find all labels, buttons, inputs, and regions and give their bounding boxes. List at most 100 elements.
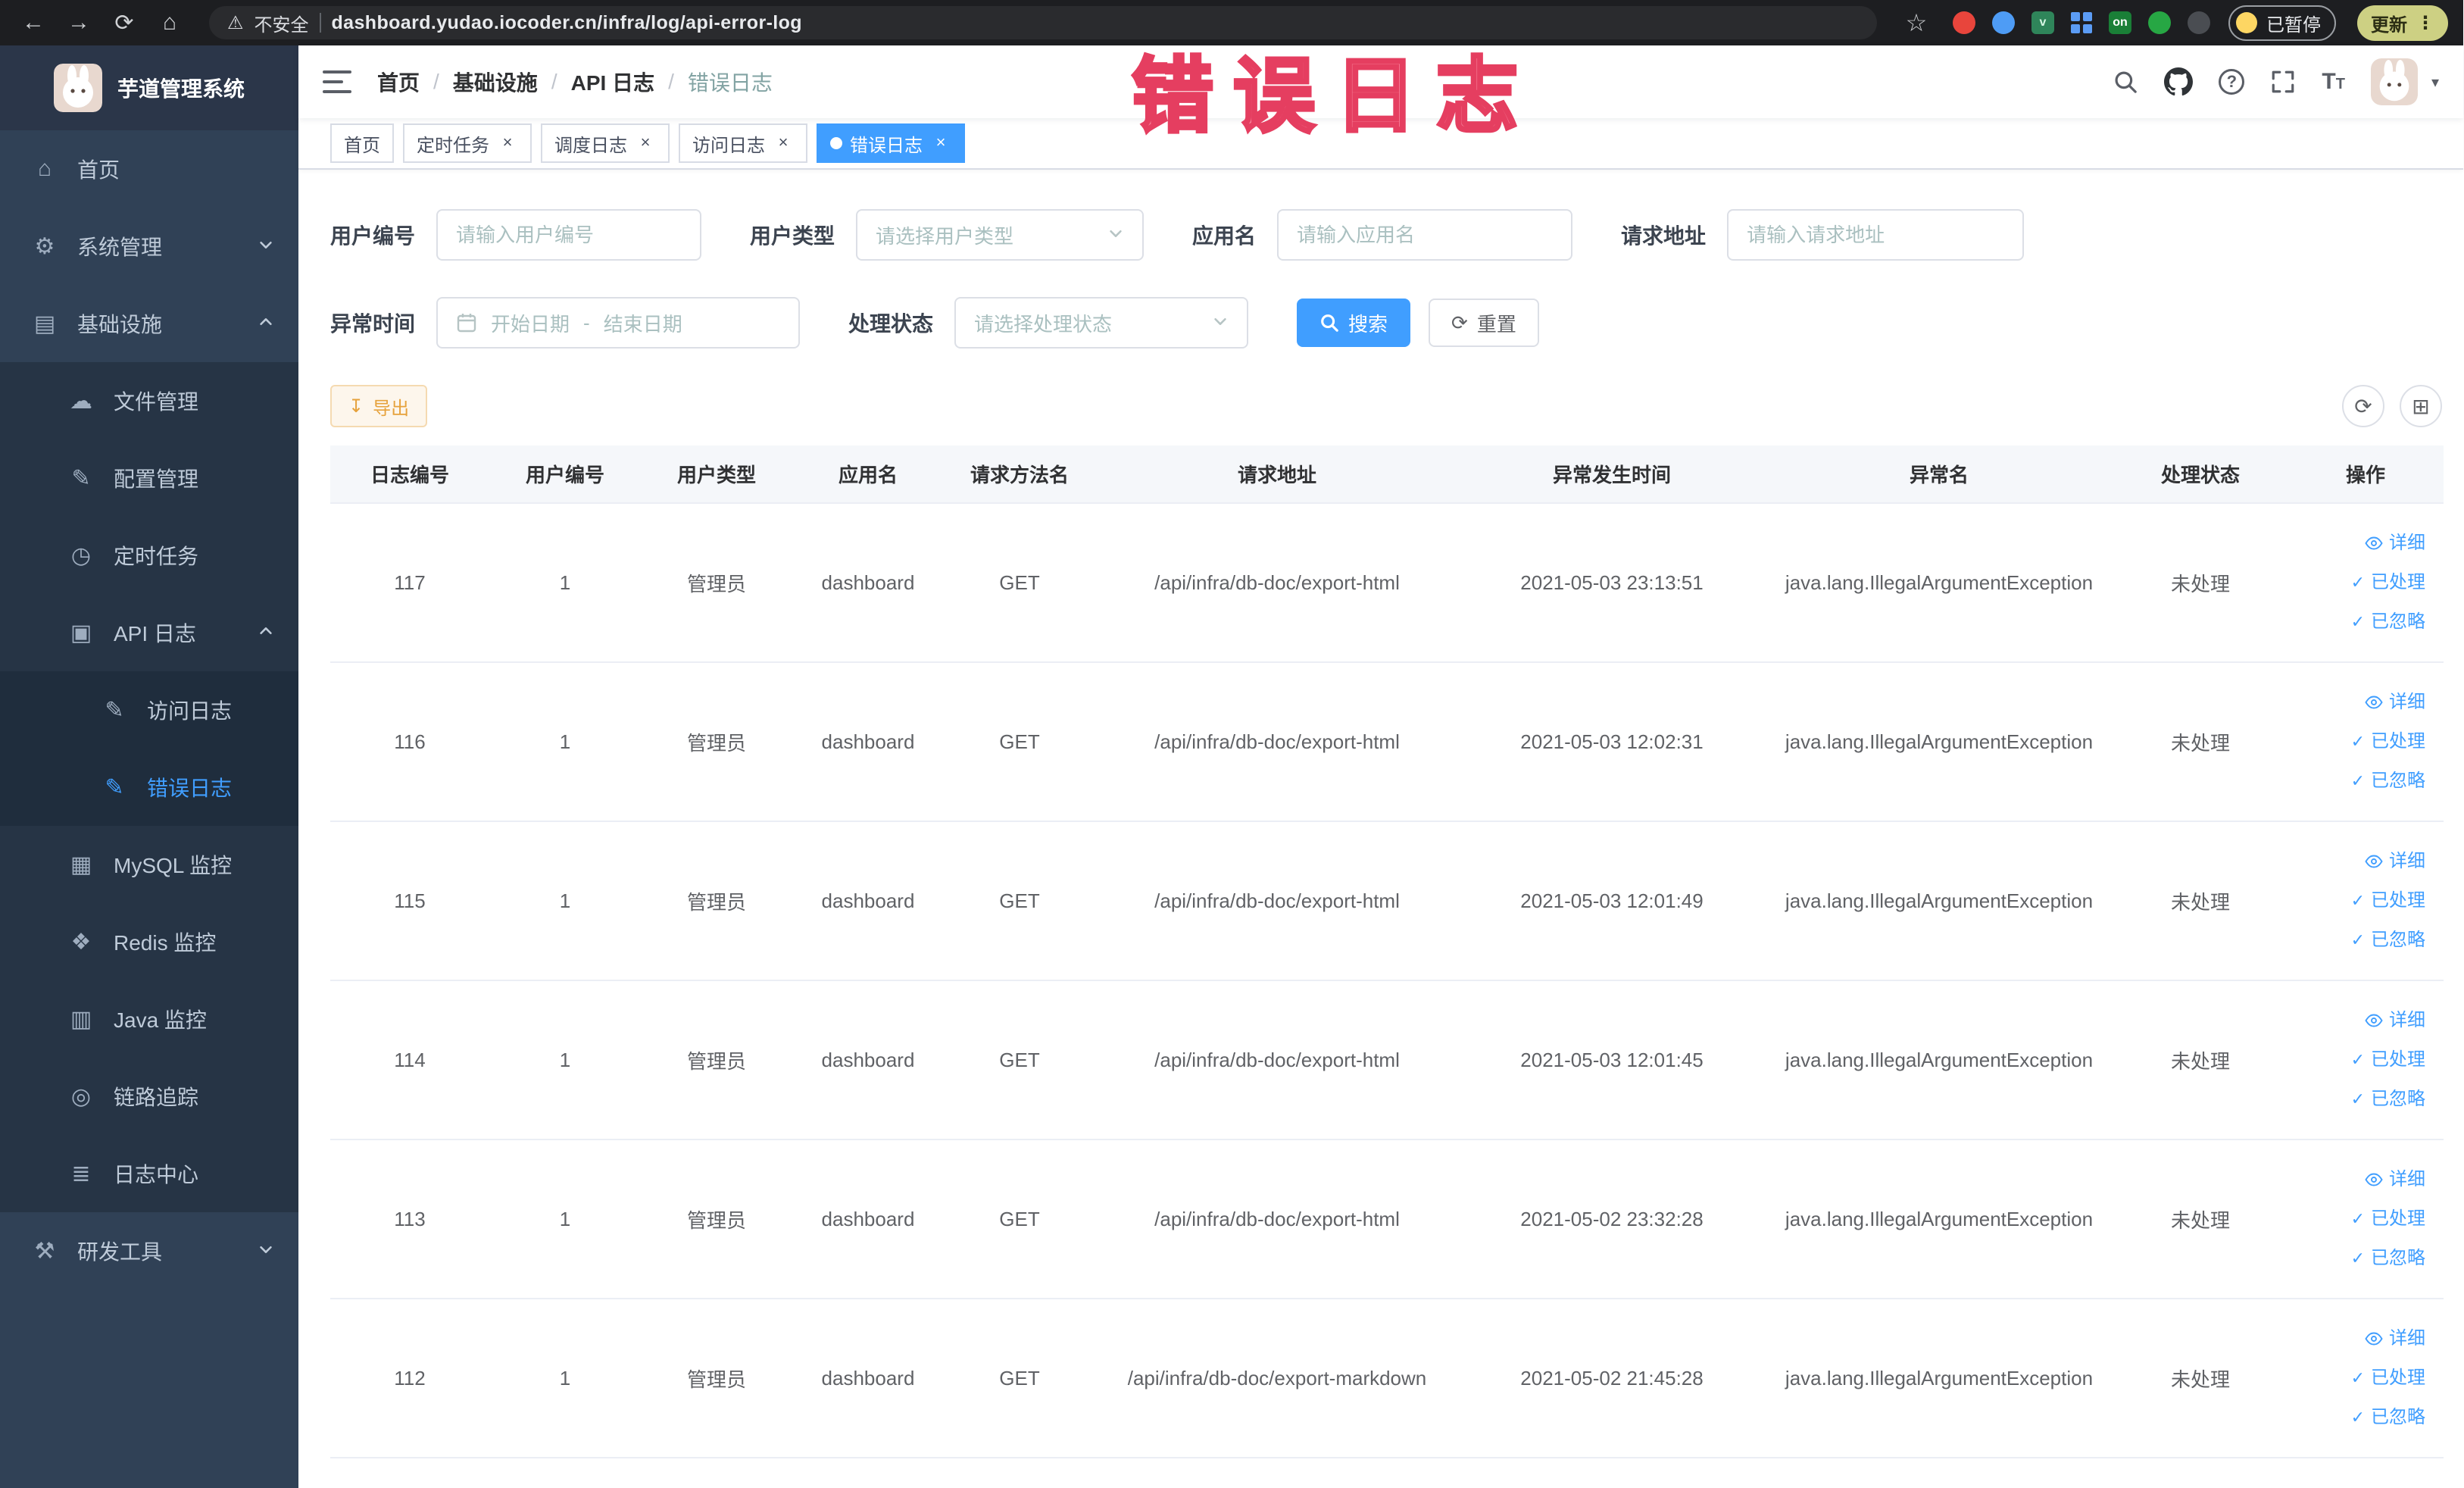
app-title: 芋道管理系统 — [117, 77, 245, 101]
sidebar-item-system-management[interactable]: ⚙ 系统管理 — [0, 208, 298, 285]
close-icon[interactable]: × — [773, 133, 794, 154]
ignored-link[interactable]: ✓ 已忽略 — [2288, 1398, 2425, 1437]
refresh-button[interactable]: ⟳ — [2342, 385, 2384, 427]
extension-grid-icon[interactable] — [2071, 12, 2092, 33]
sidebar-item-trace[interactable]: ◎ 链路追踪 — [0, 1058, 298, 1135]
sidebar-item-redis-monitor[interactable]: ❖ Redis 监控 — [0, 903, 298, 980]
eye-icon — [2365, 536, 2383, 550]
processed-link[interactable]: ✓ 已处理 — [2288, 881, 2425, 921]
sidebar-item-java-monitor[interactable]: ▥ Java 监控 — [0, 980, 298, 1058]
home-button[interactable]: ⌂ — [151, 5, 188, 41]
tab-access-log[interactable]: 访问日志 × — [679, 123, 807, 163]
processed-link[interactable]: ✓ 已处理 — [2288, 1358, 2425, 1398]
detail-link[interactable]: 详细 — [2288, 683, 2425, 722]
sidebar-item-api-logs[interactable]: ▣ API 日志 — [0, 594, 298, 671]
tab-home[interactable]: 首页 — [330, 123, 394, 163]
extension-blue-icon[interactable] — [1992, 11, 2015, 34]
check-icon: ✓ — [2350, 1249, 2365, 1268]
search-button[interactable]: 搜索 — [1297, 299, 1411, 347]
table-row: 117 1 管理员 dashboard GET /api/infra/db-do… — [330, 503, 2444, 663]
detail-link[interactable]: 详细 — [2288, 1319, 2425, 1358]
forward-button[interactable]: → — [61, 5, 97, 41]
sidebar-item-error-log[interactable]: ✎ 错误日志 — [0, 749, 298, 826]
check-icon: ✓ — [2350, 930, 2365, 949]
fullscreen-icon[interactable] — [2270, 69, 2296, 95]
close-icon[interactable]: × — [497, 133, 518, 154]
monitor-icon: ▥ — [70, 1006, 92, 1032]
eye-icon — [2365, 1173, 2383, 1186]
extension-green-v-icon[interactable]: v — [2031, 11, 2054, 34]
sidebar-item-log-center[interactable]: ≣ 日志中心 — [0, 1135, 298, 1212]
security-label[interactable]: 不安全 — [255, 10, 309, 36]
breadcrumb-home[interactable]: 首页 — [377, 67, 420, 97]
extension-red-icon[interactable] — [1953, 11, 1975, 34]
sidebar-item-access-log[interactable]: ✎ 访问日志 — [0, 671, 298, 749]
app-logo[interactable]: 芋道管理系统 — [0, 45, 298, 130]
column-settings-button[interactable]: ⊞ — [2400, 385, 2442, 427]
sidebar-item-scheduled-tasks[interactable]: ◷ 定时任务 — [0, 517, 298, 594]
exception-time-label: 异常时间 — [330, 312, 416, 336]
filter-row-1: 用户编号 用户类型 请选择用户类型 应用名 请求地址 — [330, 209, 2442, 261]
reload-button[interactable]: ⟳ — [106, 5, 142, 41]
process-status-select[interactable]: 请选择处理状态 — [954, 297, 1249, 349]
sidebar-item-mysql-monitor[interactable]: ▦ MySQL 监控 — [0, 826, 298, 903]
url-text[interactable]: dashboard.yudao.iocoder.cn/infra/log/api… — [332, 12, 802, 34]
app-name-input[interactable] — [1277, 209, 1573, 261]
detail-link[interactable]: 详细 — [2288, 1001, 2425, 1040]
back-button[interactable]: ← — [15, 5, 52, 41]
sidebar-menu: ⌂ 首页 ⚙ 系统管理 ▤ 基础设施 ☁ 文件管理 ✎ 配置管理 ◷ 定时任务 … — [0, 130, 298, 1289]
tab-error-log[interactable]: 错误日志 × — [817, 123, 965, 163]
processed-link[interactable]: ✓ 已处理 — [2288, 1040, 2425, 1080]
ignored-link[interactable]: ✓ 已忽略 — [2288, 1239, 2425, 1278]
tab-schedule-log[interactable]: 调度日志 × — [541, 123, 670, 163]
detail-link[interactable]: 详细 — [2288, 1160, 2425, 1199]
extension-paw-icon[interactable] — [2188, 11, 2210, 34]
tab-scheduled-tasks[interactable]: 定时任务 × — [403, 123, 532, 163]
breadcrumb-api-logs[interactable]: API 日志 — [571, 67, 654, 97]
download-icon: ↧ — [348, 395, 364, 417]
browser-menu-icon[interactable]: ⋮ — [2416, 12, 2434, 34]
reset-button[interactable]: ⟳ 重置 — [1429, 299, 1539, 347]
detail-link[interactable]: 详细 — [2288, 842, 2425, 881]
sidebar-item-infrastructure[interactable]: ▤ 基础设施 — [0, 285, 298, 362]
close-icon[interactable]: × — [635, 133, 656, 154]
ignored-link[interactable]: ✓ 已忽略 — [2288, 921, 2425, 960]
address-bar[interactable]: ⚠ 不安全 dashboard.yudao.iocoder.cn/infra/l… — [209, 6, 1877, 39]
extension-leaf-icon[interactable] — [2148, 11, 2171, 34]
processed-link[interactable]: ✓ 已处理 — [2288, 722, 2425, 761]
bookmark-star-icon[interactable]: ☆ — [1898, 5, 1935, 41]
ignored-link[interactable]: ✓ 已忽略 — [2288, 1080, 2425, 1119]
caret-down-icon[interactable]: ▾ — [2431, 73, 2439, 92]
user-type-select[interactable]: 请选择用户类型 — [856, 209, 1145, 261]
avatar[interactable] — [2370, 58, 2418, 105]
extension-on-icon[interactable]: on — [2109, 11, 2131, 34]
chevron-down-icon — [258, 234, 274, 258]
ignored-link[interactable]: ✓ 已忽略 — [2288, 761, 2425, 801]
breadcrumb-infrastructure[interactable]: 基础设施 — [453, 67, 538, 97]
profile-chip[interactable]: 已暂停 — [2228, 5, 2336, 41]
close-icon[interactable]: × — [930, 133, 951, 154]
sidebar-item-dev-tools[interactable]: ⚒ 研发工具 — [0, 1212, 298, 1289]
database-icon: ▦ — [70, 852, 92, 877]
exception-time-range-picker[interactable]: 开始日期 - 结束日期 — [436, 297, 801, 349]
help-icon[interactable]: ? — [2219, 69, 2245, 95]
github-icon[interactable] — [2164, 67, 2194, 96]
font-size-icon[interactable]: TT — [2322, 69, 2345, 95]
search-icon[interactable] — [2113, 69, 2138, 95]
sidebar-item-file-management[interactable]: ☁ 文件管理 — [0, 362, 298, 439]
warning-icon: ⚠ — [227, 12, 244, 33]
processed-link[interactable]: ✓ 已处理 — [2288, 1199, 2425, 1239]
ignored-link[interactable]: ✓ 已忽略 — [2288, 602, 2425, 642]
chevron-down-icon — [258, 1239, 274, 1263]
user-type-label: 用户类型 — [750, 224, 835, 248]
processed-link[interactable]: ✓ 已处理 — [2288, 563, 2425, 602]
sidebar-item-config-management[interactable]: ✎ 配置管理 — [0, 439, 298, 517]
eye-icon — [2365, 1014, 2383, 1027]
request-url-input[interactable] — [1727, 209, 2025, 261]
hamburger-icon[interactable] — [323, 70, 351, 93]
user-id-input[interactable] — [436, 209, 702, 261]
sidebar-item-home[interactable]: ⌂ 首页 — [0, 130, 298, 208]
detail-link[interactable]: 详细 — [2288, 524, 2425, 563]
update-button[interactable]: 更新 ⋮ — [2357, 5, 2448, 41]
export-button[interactable]: ↧ 导出 — [330, 385, 428, 427]
